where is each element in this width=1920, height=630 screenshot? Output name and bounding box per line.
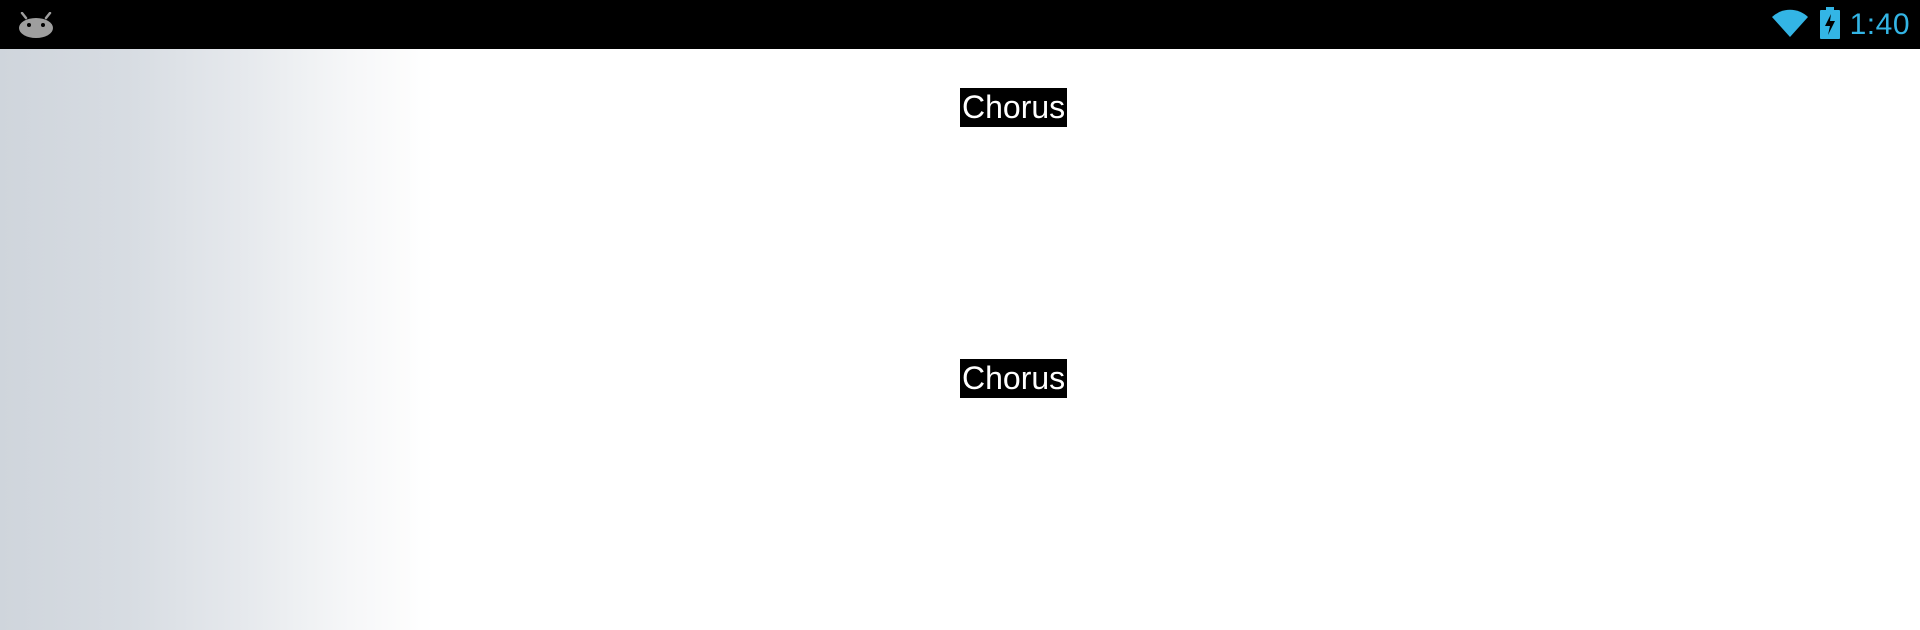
lyrics-text: Chorus Chorus bbox=[960, 49, 1860, 630]
android-icon bbox=[18, 11, 54, 38]
status-icons: 1:40 bbox=[1770, 6, 1910, 44]
lyrics-view[interactable]: Chorus Chorus bbox=[0, 49, 1920, 630]
wifi-icon bbox=[1770, 7, 1810, 44]
status-bar: 1:40 bbox=[0, 0, 1920, 49]
section-label: Chorus bbox=[960, 359, 1068, 398]
battery-charging-icon bbox=[1819, 6, 1840, 44]
background-gradient bbox=[0, 49, 700, 630]
status-clock: 1:40 bbox=[1849, 8, 1910, 41]
section-label: Chorus bbox=[960, 88, 1068, 127]
